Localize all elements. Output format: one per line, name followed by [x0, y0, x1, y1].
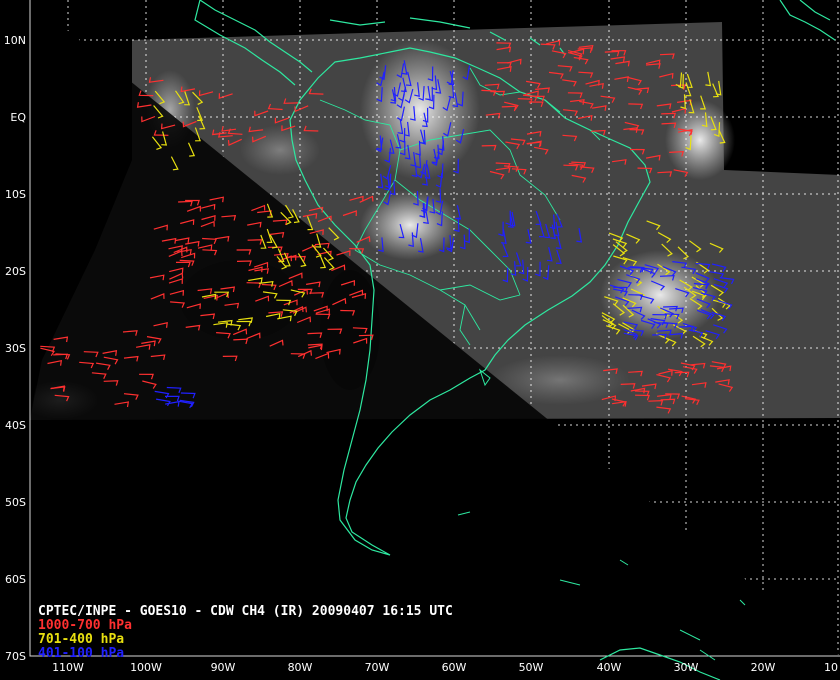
legend-mid-level: 701-400 hPa [38, 632, 125, 647]
lon-label: 10 [824, 661, 838, 674]
lon-label: 30W [674, 661, 699, 674]
satellite-wind-map: 10N EQ 10S 20S 30S 40S 50S 60S 70S 110W 100W 90W 80… [4, 0, 840, 680]
lat-label: EQ [10, 111, 26, 124]
lon-label: 40W [597, 661, 622, 674]
legend-high-level: 401-100 hPa [38, 646, 125, 661]
lon-label: 70W [365, 661, 390, 674]
lat-label: 10S [5, 188, 26, 201]
legend-low-level: 1000-700 hPa [38, 618, 132, 633]
lat-label: 40S [5, 419, 26, 432]
lon-label: 50W [519, 661, 544, 674]
north-america-coastline [779, 0, 836, 41]
lat-label: 30S [5, 342, 26, 355]
map-title: CPTEC/INPE - GOES10 - CDW CH4 (IR) 20090… [38, 604, 453, 619]
lon-label: 80W [288, 661, 313, 674]
longitude-labels: 110W 100W 90W 80W 70W 60W 50W 40W 30W 20W 10 [52, 661, 838, 674]
latitude-labels: 10N EQ 10S 20S 30S 40S 50S 60S 70S [4, 34, 27, 663]
lat-label: 70S [5, 650, 26, 663]
lon-label: 100W [130, 661, 162, 674]
lon-label: 20W [751, 661, 776, 674]
lat-label: 10N [4, 34, 26, 47]
lat-label: 60S [5, 573, 26, 586]
lat-label: 50S [5, 496, 26, 509]
lon-label: 90W [211, 661, 236, 674]
lon-label: 110W [52, 661, 84, 674]
lon-label: 60W [442, 661, 467, 674]
lat-label: 20S [5, 265, 26, 278]
